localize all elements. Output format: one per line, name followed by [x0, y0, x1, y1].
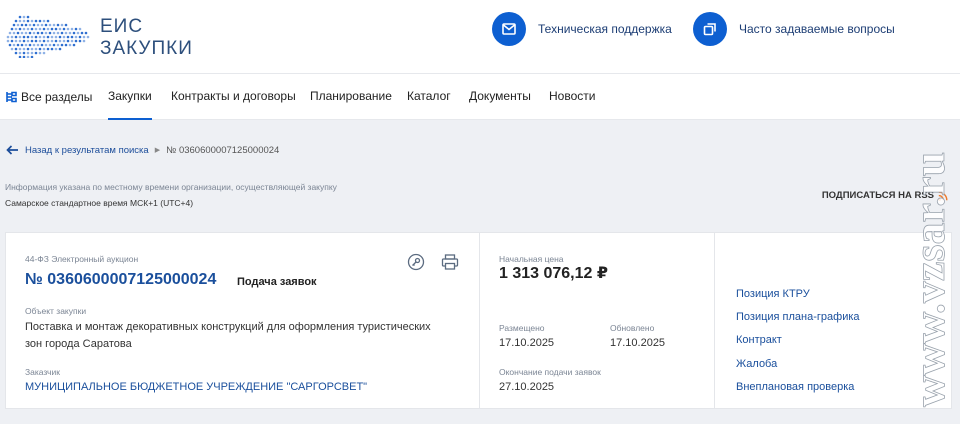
- object-line-2: зон города Саратова: [25, 338, 132, 350]
- support-label: Техническая поддержка: [538, 22, 672, 36]
- nav-purchases[interactable]: Закупки: [108, 74, 152, 120]
- purchase-card: 44-ФЗ Электронный аукцион № 036060000712…: [5, 232, 952, 409]
- print-icon[interactable]: [441, 253, 459, 271]
- support-link[interactable]: Техническая поддержка: [492, 11, 672, 47]
- deadline-label: Окончание подачи заявок: [499, 367, 601, 377]
- placed-date: 17.10.2025: [499, 337, 555, 349]
- nav-all-sections-label: Все разделы: [21, 90, 93, 104]
- purchase-status: Подача заявок: [237, 276, 317, 288]
- column-divider: [479, 233, 480, 408]
- nav-documents[interactable]: Документы: [469, 74, 531, 120]
- russia-map-icon: [6, 15, 90, 58]
- sections-icon: [6, 91, 17, 103]
- nav-all-sections[interactable]: Все разделы: [6, 74, 92, 120]
- plan-schedule-link[interactable]: Позиция плана-графика: [736, 311, 860, 323]
- placed-label: Размещено: [499, 323, 545, 333]
- logo-text: ЕИС ЗАКУПКИ: [100, 16, 193, 60]
- nav-news[interactable]: Новости: [549, 74, 595, 120]
- breadcrumb: Назад к результатам поиска ▶ № 036060000…: [6, 143, 279, 157]
- copy-icon: [693, 12, 727, 46]
- nav-planning[interactable]: Планирование: [310, 74, 392, 120]
- customer-link[interactable]: МУНИЦИПАЛЬНОЕ БЮДЖЕТНОЕ УЧРЕЖДЕНИЕ "САРГ…: [25, 379, 367, 396]
- back-to-results-link[interactable]: Назад к результатам поиска: [25, 145, 149, 156]
- eis-logo[interactable]: ЕИС ЗАКУПКИ: [6, 10, 196, 62]
- object-line-1: Поставка и монтаж декоративных конструкц…: [25, 321, 431, 333]
- watermark: www.vzsar.ru: [908, 152, 954, 408]
- main-nav: Все разделы Закупки Контракты и договоры…: [0, 74, 960, 120]
- price-value: 1 313 076,12 ₽: [499, 265, 608, 282]
- breadcrumb-separator-icon: ▶: [154, 147, 161, 154]
- faq-label: Часто задаваемые вопросы: [739, 22, 895, 36]
- updated-date: 17.10.2025: [610, 337, 666, 349]
- customer-label: Заказчик: [25, 367, 60, 377]
- logo-line-2: ЗАКУПКИ: [100, 38, 193, 59]
- unscheduled-inspection-link[interactable]: Внеплановая проверка: [736, 381, 854, 393]
- faq-link[interactable]: Часто задаваемые вопросы: [693, 11, 895, 47]
- purchase-number-link[interactable]: № 0360600007125000024: [25, 271, 216, 289]
- ktru-position-link[interactable]: Позиция КТРУ: [736, 288, 810, 300]
- procedure-type: 44-ФЗ Электронный аукцион: [25, 254, 139, 264]
- nav-contracts[interactable]: Контракты и договоры: [171, 74, 296, 120]
- object-label: Объект закупки: [25, 306, 87, 316]
- timezone-value: Самарское стандартное время МСК+1 (UTC+4…: [5, 198, 194, 208]
- arrow-left-icon[interactable]: [6, 145, 19, 155]
- nav-catalog[interactable]: Каталог: [407, 74, 451, 120]
- key-icon[interactable]: [407, 253, 425, 271]
- contract-link[interactable]: Контракт: [736, 334, 782, 346]
- timezone-info: Информация указана по местному времени о…: [5, 182, 337, 192]
- mail-icon: [492, 12, 526, 46]
- deadline-date: 27.10.2025: [499, 381, 555, 393]
- logo-line-1: ЕИС: [100, 16, 144, 37]
- complaint-link[interactable]: Жалоба: [736, 358, 777, 370]
- object-value: Поставка и монтаж декоративных конструкц…: [25, 319, 431, 353]
- updated-label: Обновлено: [610, 323, 655, 333]
- breadcrumb-current: № 0360600007125000024: [166, 144, 280, 156]
- watermark-text: www.vzsar.ru: [908, 152, 954, 407]
- column-divider: [714, 233, 715, 408]
- site-header: ЕИС ЗАКУПКИ Техническая поддержка Часто …: [0, 0, 960, 74]
